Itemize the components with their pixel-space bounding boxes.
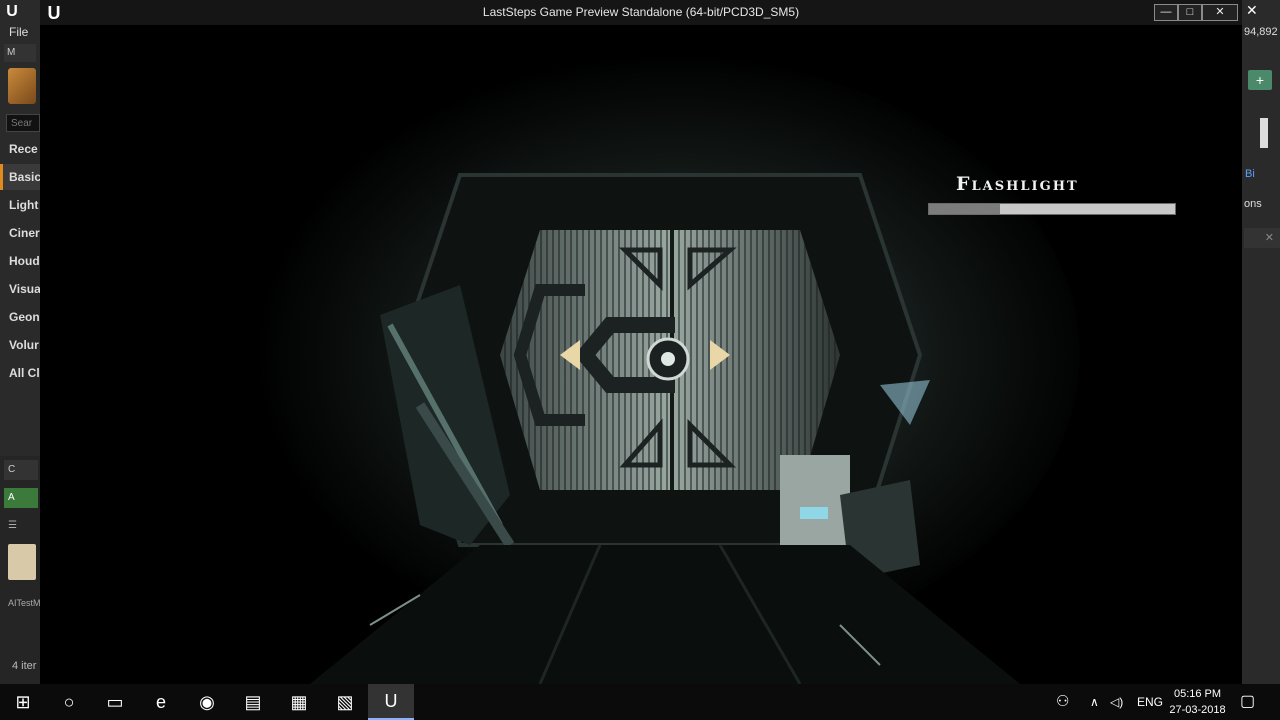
asset-thumbnail[interactable] bbox=[8, 544, 36, 580]
clock[interactable]: 05:16 PM 27-03-2018 bbox=[1160, 684, 1235, 720]
category-item[interactable]: Light bbox=[0, 192, 40, 218]
chrome-icon[interactable]: ◉ bbox=[184, 684, 230, 720]
category-item[interactable]: Geon bbox=[0, 304, 40, 330]
file-menu[interactable]: File bbox=[9, 25, 28, 39]
clock-time: 05:16 PM bbox=[1173, 688, 1222, 700]
view-options-dropdown[interactable]: ons bbox=[1244, 198, 1262, 210]
category-item[interactable]: Rece bbox=[0, 136, 40, 162]
edge-icon[interactable]: e bbox=[138, 684, 184, 720]
flashlight-label: Flashlight bbox=[956, 173, 1079, 195]
flashlight-battery-fill bbox=[929, 204, 1001, 214]
tray-chevron-icon[interactable]: ∧ bbox=[1090, 684, 1099, 720]
content-browser-tab[interactable]: C bbox=[4, 460, 38, 480]
cortana-icon[interactable]: ○ bbox=[46, 684, 92, 720]
search-input[interactable]: Sear bbox=[6, 114, 40, 132]
category-item[interactable]: Houd bbox=[0, 248, 40, 274]
people-icon[interactable]: ⚇ bbox=[1056, 684, 1069, 720]
editor-right-panel bbox=[1242, 0, 1280, 684]
category-item[interactable]: Visua bbox=[0, 276, 41, 302]
category-item[interactable]: Ciner bbox=[0, 220, 40, 246]
category-item[interactable]: Basic bbox=[0, 164, 41, 190]
door-lock-center bbox=[661, 352, 675, 366]
game-preview-window: U LastSteps Game Preview Standalone (64-… bbox=[40, 0, 1242, 684]
modes-tab[interactable]: M bbox=[4, 44, 36, 62]
add-icon[interactable]: + bbox=[1248, 70, 1272, 90]
window-titlebar[interactable]: U LastSteps Game Preview Standalone (64-… bbox=[40, 0, 1242, 25]
stat-counter: 94,892 bbox=[1244, 26, 1278, 38]
add-new-button[interactable]: A bbox=[4, 488, 38, 508]
unreal-engine-icon[interactable]: U bbox=[368, 684, 414, 720]
minimize-button[interactable]: — bbox=[1154, 4, 1178, 21]
windows-taskbar: ⊞ ○ ▭ e ◉ ▤ ▦ ▧ U ⚇ ∧ ◁) ENG ▢ bbox=[0, 684, 1280, 720]
item-count: 4 iter bbox=[12, 660, 37, 672]
flashlight-battery-bar bbox=[928, 203, 1176, 215]
panel-close-icon[interactable]: ✕ bbox=[1244, 228, 1280, 248]
place-actor-icon[interactable] bbox=[8, 68, 36, 104]
window-title: LastSteps Game Preview Standalone (64-bi… bbox=[482, 5, 800, 19]
right-console bbox=[780, 455, 850, 550]
unreal-logo-icon[interactable]: U bbox=[2, 2, 22, 22]
windows-start-icon[interactable]: ⊞ bbox=[0, 684, 46, 720]
clock-date: 27-03-2018 bbox=[1169, 704, 1226, 716]
close-icon[interactable]: ✕ bbox=[1246, 2, 1258, 19]
asset-label: AITestM bbox=[8, 598, 41, 608]
category-item[interactable]: All Cl bbox=[0, 360, 40, 386]
maximize-button[interactable]: □ bbox=[1178, 4, 1202, 21]
scrollbar[interactable] bbox=[1260, 118, 1268, 148]
game-viewport[interactable] bbox=[40, 25, 1242, 684]
notification-icon[interactable]: ▢ bbox=[1240, 684, 1255, 720]
details-link[interactable]: Bi bbox=[1245, 168, 1255, 180]
file-explorer-icon[interactable]: ▤ bbox=[230, 684, 276, 720]
filter-icon[interactable]: ☰ bbox=[4, 516, 38, 536]
close-button[interactable]: ✕ bbox=[1202, 4, 1238, 21]
store-icon[interactable]: ▦ bbox=[276, 684, 322, 720]
volume-icon[interactable]: ◁) bbox=[1110, 684, 1123, 720]
category-item[interactable]: Volur bbox=[0, 332, 40, 358]
task-view-icon[interactable]: ▭ bbox=[92, 684, 138, 720]
app-icon[interactable]: ▧ bbox=[322, 684, 368, 720]
console-screen bbox=[800, 507, 828, 519]
